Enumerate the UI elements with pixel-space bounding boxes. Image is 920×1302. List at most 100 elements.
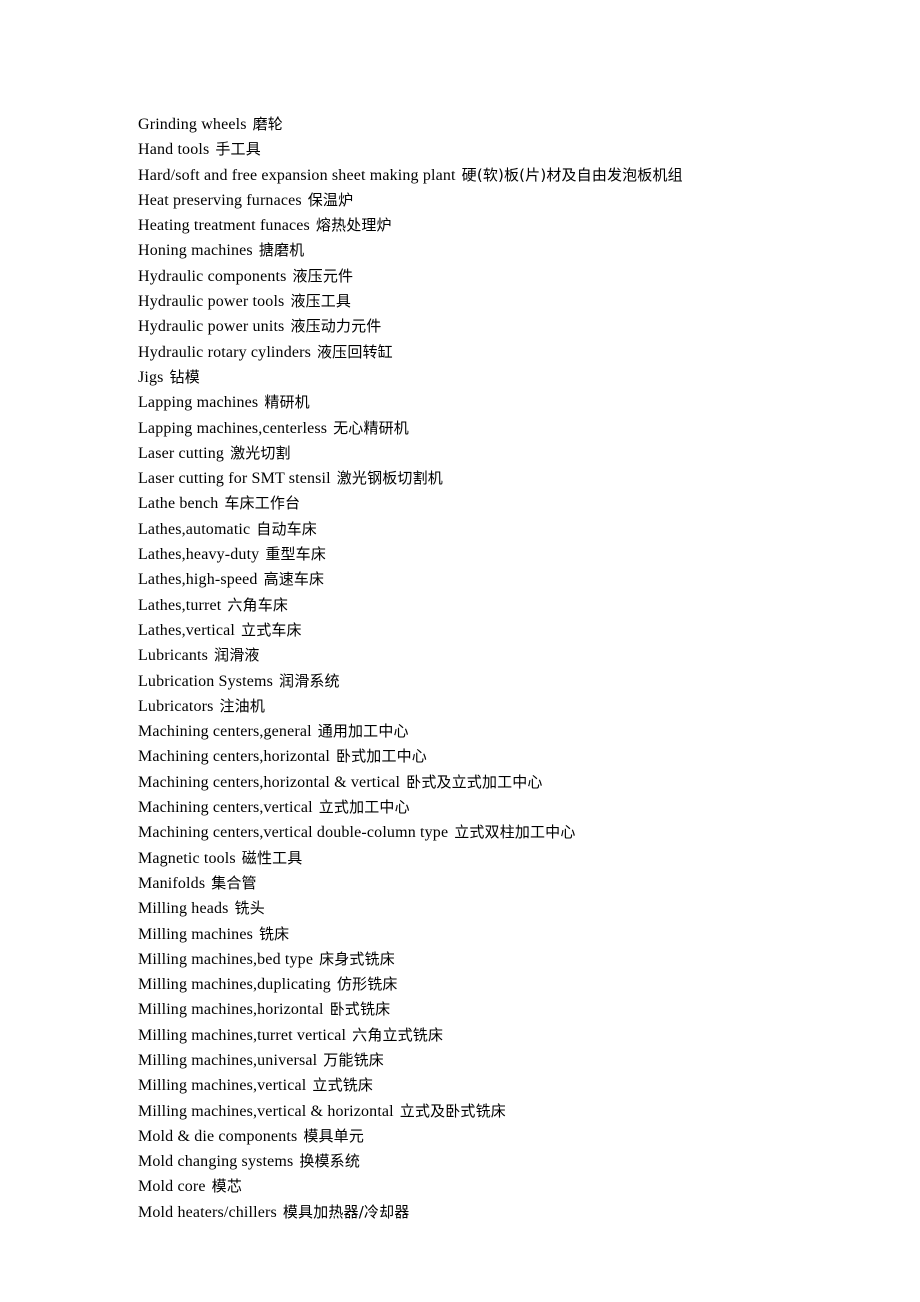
glossary-entry: Lapping machines,centerless 无心精研机: [138, 416, 838, 441]
glossary-term-chinese: 高速车床: [263, 570, 325, 589]
glossary-term-chinese: 熔热处理炉: [315, 216, 392, 235]
glossary-entry: Lubrication Systems 润滑系统: [138, 669, 838, 694]
glossary-entry: Milling heads 铣头: [138, 896, 838, 921]
glossary-term-english: Machining centers,general: [138, 723, 312, 741]
glossary-entry: Machining centers,general 通用加工中心: [138, 719, 838, 744]
glossary-term-chinese: 床身式铣床: [319, 949, 395, 968]
glossary-term-english: Magnetic tools: [138, 849, 236, 867]
glossary-entry: Laser cutting for SMT stensil 激光钢板切割机: [138, 466, 838, 491]
glossary-term-english: Milling machines,vertical: [138, 1077, 307, 1095]
glossary-term-english: Lathes,vertical: [138, 621, 236, 639]
glossary-entry: Milling machines 铣床: [138, 922, 838, 947]
glossary-term-english: Milling machines,universal: [138, 1051, 318, 1069]
document-page: Grinding wheels 磨轮 Hand tools 手工具 Hard/soft …: [0, 0, 920, 1302]
glossary-term-english: Lathes,turret: [138, 596, 222, 614]
glossary-term-chinese: 磁性工具: [241, 848, 303, 867]
glossary-term-chinese: 万能铣床: [323, 1050, 384, 1069]
glossary-entry: Milling machines,turret vertical 六角立式铣床: [138, 1023, 838, 1048]
glossary-term-chinese: 液压回转缸: [317, 342, 393, 361]
glossary-entry: Mold & die components 模具单元: [138, 1124, 838, 1149]
glossary-list: Grinding wheels 磨轮 Hand tools 手工具 Hard/soft …: [138, 112, 838, 1225]
glossary-term-english: Heating treatment funaces: [138, 217, 310, 235]
glossary-term-chinese: 润滑液: [214, 646, 260, 665]
glossary-term-english: Lathe bench: [138, 495, 219, 513]
glossary-term-english: Machining centers,horizontal: [138, 748, 330, 766]
glossary-term-chinese: 自动车床: [256, 519, 317, 538]
glossary-term-chinese: 铣床: [259, 924, 290, 943]
glossary-term-chinese: 模芯: [211, 1177, 242, 1196]
glossary-entry: Lathes,high-speed 高速车床: [138, 567, 838, 592]
glossary-entry: Lubricators 注油机: [138, 694, 838, 719]
glossary-entry: Lubricants 润滑液: [138, 643, 838, 668]
glossary-entry: Milling machines,duplicating 仿形铣床: [138, 972, 838, 997]
glossary-term-chinese: 注油机: [219, 696, 265, 715]
glossary-term-chinese: 铣头: [234, 899, 265, 918]
glossary-term-chinese: 集合管: [211, 873, 257, 892]
glossary-term-english: Milling heads: [138, 900, 229, 918]
glossary-term-chinese: 立式车床: [241, 620, 302, 639]
glossary-term-english: Hand tools: [138, 141, 210, 159]
glossary-term-chinese: 精研机: [264, 393, 310, 412]
glossary-entry: Lathes,vertical 立式车床: [138, 618, 838, 643]
glossary-term-english: Honing machines: [138, 242, 253, 260]
glossary-entry: Hand tools 手工具: [138, 137, 838, 162]
glossary-entry: Milling machines,horizontal 卧式铣床: [138, 997, 838, 1022]
glossary-term-english: Lapping machines: [138, 394, 259, 412]
glossary-term-english: Lubricators: [138, 697, 214, 715]
glossary-entry: Lathes,turret 六角车床: [138, 593, 838, 618]
glossary-term-chinese: 硬(软)板(片)材及自由发泡板机组: [461, 165, 683, 184]
glossary-term-english: Manifolds: [138, 874, 206, 892]
glossary-term-chinese: 保温炉: [307, 190, 354, 209]
glossary-term-chinese: 通用加工中心: [317, 722, 409, 741]
glossary-term-chinese: 液压工具: [290, 292, 352, 311]
glossary-term-chinese: 仿形铣床: [336, 975, 398, 994]
glossary-term-english: Hydraulic power units: [138, 318, 285, 336]
glossary-term-english: Machining centers,horizontal & vertical: [138, 773, 401, 791]
glossary-entry: Machining centers,horizontal 卧式加工中心: [138, 744, 838, 769]
glossary-term-english: Milling machines,vertical & horizontal: [138, 1102, 394, 1120]
glossary-term-english: Heat preserving furnaces: [138, 191, 302, 209]
glossary-term-chinese: 磨轮: [252, 115, 283, 133]
glossary-entry: Lathes,automatic 自动车床: [138, 517, 838, 542]
glossary-term-chinese: 卧式铣床: [329, 1000, 391, 1019]
glossary-term-english: Milling machines,turret vertical: [138, 1026, 347, 1044]
glossary-entry: Mold changing systems 换模系统: [138, 1149, 838, 1174]
glossary-entry: Machining centers,vertical 立式加工中心: [138, 795, 838, 820]
glossary-term-chinese: 车床工作台: [224, 494, 301, 513]
glossary-term-english: Lathes,automatic: [138, 520, 251, 538]
glossary-entry: Laser cutting 激光切割: [138, 441, 838, 466]
glossary-entry: Machining centers,vertical double-column…: [138, 820, 838, 845]
glossary-term-chinese: 模具加热器/冷却器: [282, 1202, 410, 1221]
glossary-entry: Hydraulic power tools 液压工具: [138, 289, 838, 314]
glossary-term-chinese: 立式及卧式铣床: [399, 1101, 506, 1120]
glossary-term-chinese: 换模系统: [299, 1152, 360, 1171]
glossary-entry: Lapping machines 精研机: [138, 390, 838, 415]
glossary-term-english: Laser cutting: [138, 444, 225, 462]
glossary-entry: Machining centers,horizontal & vertical 卧…: [138, 770, 838, 795]
glossary-term-english: Hydraulic power tools: [138, 293, 285, 311]
glossary-term-english: Lubrication Systems: [138, 672, 274, 690]
glossary-term-english: Machining centers,vertical: [138, 799, 313, 817]
glossary-entry: Heating treatment funaces 熔热处理炉: [138, 213, 838, 238]
glossary-term-english: Milling machines,bed type: [138, 950, 314, 968]
glossary-term-english: Milling machines,duplicating: [138, 976, 331, 994]
glossary-term-english: Machining centers,vertical double-column…: [138, 824, 449, 842]
glossary-term-chinese: 无心精研机: [333, 418, 409, 437]
glossary-term-chinese: 六角车床: [227, 595, 289, 614]
glossary-entry: Mold core 模芯: [138, 1174, 838, 1199]
glossary-term-english: Mold core: [138, 1178, 206, 1196]
glossary-entry: Mold heaters/chillers 模具加热器/冷却器: [138, 1200, 838, 1225]
glossary-entry: Heat preserving furnaces 保温炉: [138, 188, 838, 213]
glossary-entry: Honing machines 搪磨机: [138, 238, 838, 263]
glossary-term-chinese: 液压动力元件: [290, 317, 382, 336]
glossary-term-english: Mold heaters/chillers: [138, 1203, 277, 1221]
glossary-term-english: Hard/soft and free expansion sheet makin…: [138, 166, 456, 184]
glossary-entry: Milling machines,vertical & horizontal 立式…: [138, 1099, 838, 1124]
glossary-term-chinese: 卧式及立式加工中心: [406, 772, 543, 791]
glossary-term-english: Lathes,high-speed: [138, 571, 258, 589]
glossary-entry: Jigs 钻模: [138, 365, 838, 390]
glossary-term-chinese: 润滑系统: [279, 671, 340, 690]
glossary-entry: Lathes,heavy-duty 重型车床: [138, 542, 838, 567]
glossary-term-english: Jigs: [138, 368, 164, 386]
glossary-entry: Hydraulic power units 液压动力元件: [138, 314, 838, 339]
